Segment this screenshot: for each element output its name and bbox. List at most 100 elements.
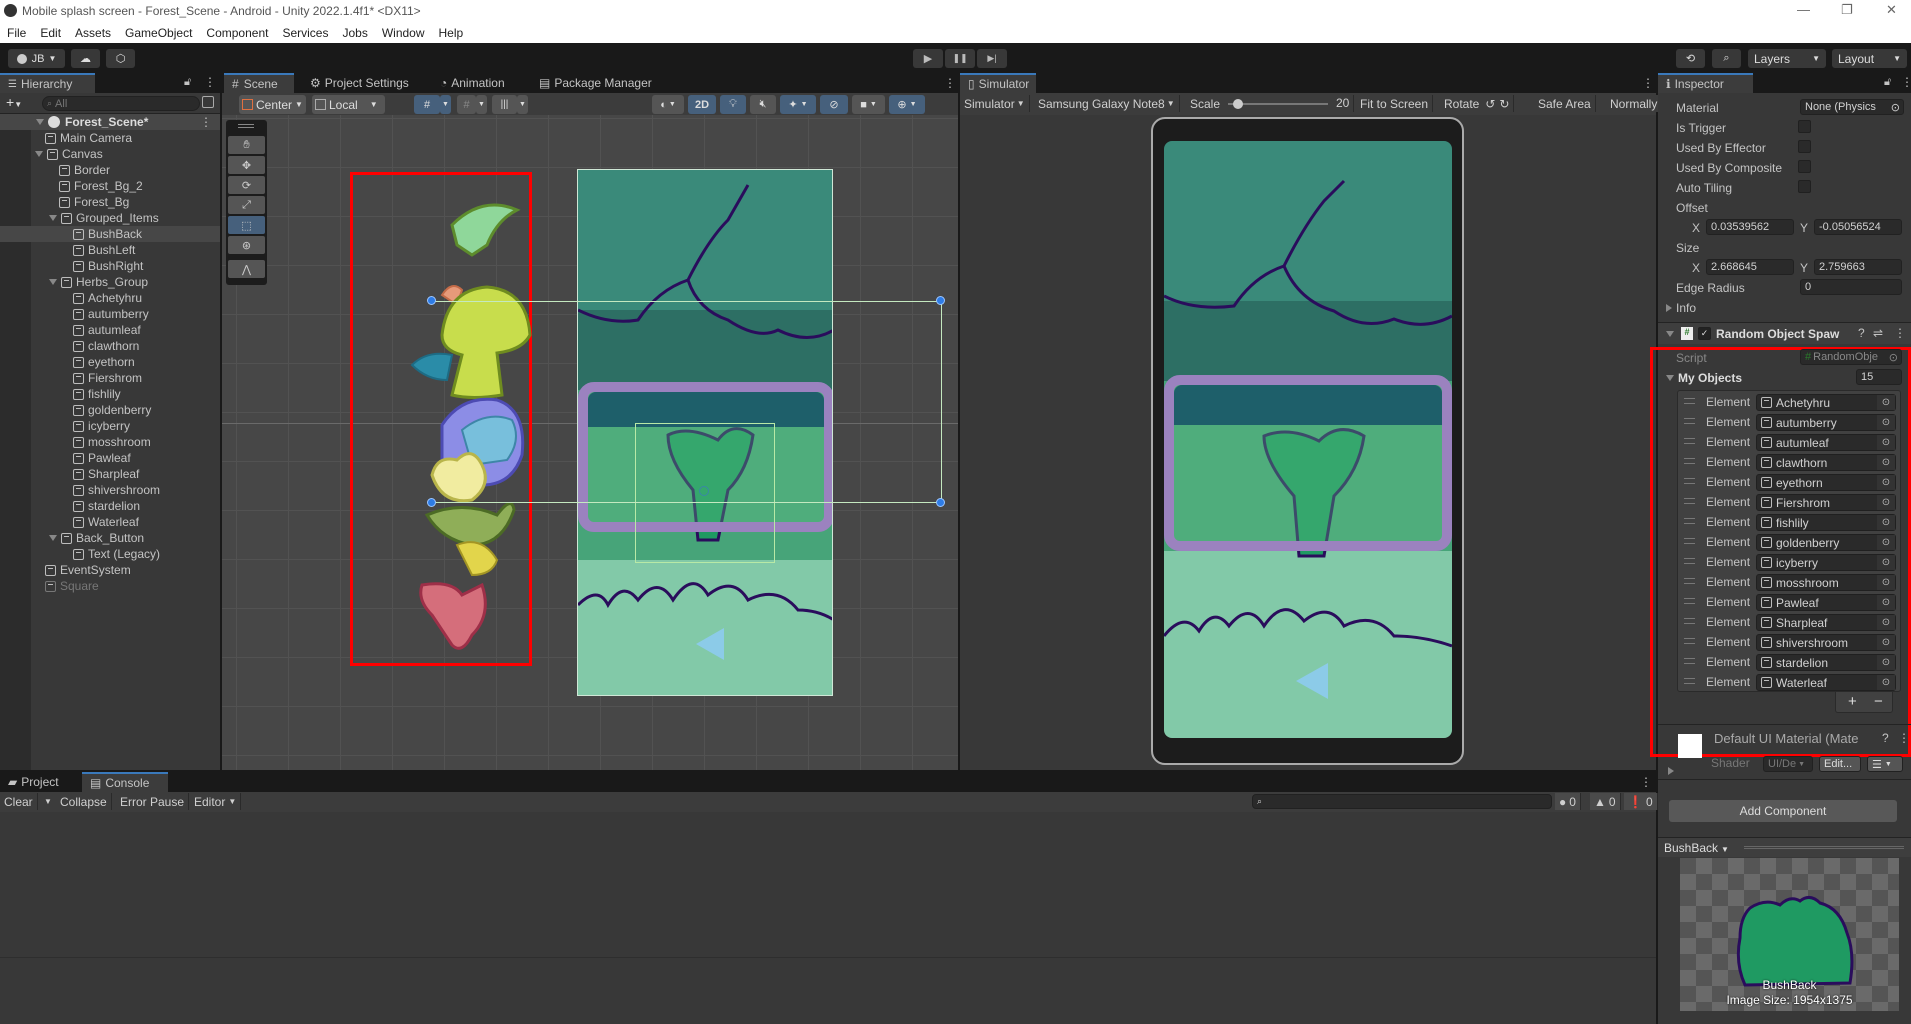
history-button[interactable]: ⟲ [1676, 49, 1705, 68]
ruler-button[interactable]: ||| [492, 95, 517, 114]
hierarchy-item[interactable]: shivershroom [0, 482, 220, 498]
menu-assets[interactable]: Assets [68, 26, 118, 40]
error-count-toggle[interactable]: ❗ 0 [1624, 793, 1658, 810]
component-enabled-checkbox[interactable]: ✓ [1698, 327, 1711, 340]
object-picker-icon[interactable]: ⊙ [1877, 395, 1895, 410]
object-picker-icon[interactable]: ⊙ [1877, 495, 1895, 510]
tab-project-settings[interactable]: ⚙ Project Settings [302, 73, 417, 93]
object-picker-icon[interactable]: ⊙ [1877, 615, 1895, 630]
help-icon[interactable]: ? [1882, 731, 1889, 745]
clear-button[interactable]: Clear [0, 793, 38, 810]
element-object-field[interactable]: stardelion ⊙ [1756, 654, 1896, 671]
scale-slider-track[interactable] [1228, 103, 1328, 105]
grid-snap-dropdown[interactable]: ▼ [440, 95, 451, 114]
hierarchy-item[interactable]: BushLeft [0, 242, 220, 258]
hierarchy-scene-row[interactable]: Forest_Scene* ⋮ [0, 114, 220, 130]
hierarchy-item[interactable]: Canvas [0, 146, 220, 162]
inspector-more-icon[interactable]: ⋮ [1901, 75, 1911, 89]
size-y-field[interactable]: 2.759663 [1814, 259, 1902, 275]
scene-menu-icon[interactable]: ⋮ [200, 115, 212, 129]
object-picker-icon[interactable]: ⊙ [1877, 635, 1895, 650]
shader-options-dropdown[interactable]: ☰ ▼ [1867, 756, 1903, 772]
clear-options-dropdown[interactable]: ▼ [40, 793, 57, 810]
size-x-field[interactable]: 2.668645 [1706, 259, 1794, 275]
search-button[interactable]: ⌕ [1712, 49, 1741, 68]
component-foldout-icon[interactable] [1666, 331, 1674, 337]
draw-mode-dropdown[interactable]: ◐ ▼ [652, 95, 684, 114]
hierarchy-item[interactable]: icyberry [0, 418, 220, 434]
hierarchy-item[interactable]: Pawleaf [0, 450, 220, 466]
expand-arrow-icon[interactable] [49, 535, 57, 541]
edit-shader-button[interactable]: Edit... [1819, 756, 1861, 772]
scale-slider-thumb[interactable] [1233, 99, 1243, 109]
expand-arrow-icon[interactable] [36, 119, 44, 125]
hierarchy-item[interactable]: BushRight [0, 258, 220, 274]
drag-handle-icon[interactable] [1684, 418, 1695, 424]
object-picker-icon[interactable]: ⊙ [1877, 575, 1895, 590]
element-object-field[interactable]: icyberry ⊙ [1756, 554, 1896, 571]
menu-window[interactable]: Window [375, 26, 432, 40]
layers-dropdown[interactable]: Layers ▼ [1748, 49, 1826, 68]
tab-scene[interactable]: # Scene [224, 73, 294, 93]
hierarchy-item[interactable]: eyethorn [0, 354, 220, 370]
step-button[interactable]: ▶| [977, 49, 1007, 68]
used-by-composite-checkbox[interactable] [1798, 160, 1811, 173]
hierarchy-item[interactable]: Border [0, 162, 220, 178]
object-picker-icon[interactable]: ⊙ [1877, 555, 1895, 570]
camera-dropdown[interactable]: ■ ▼ [852, 95, 885, 114]
drag-handle-icon[interactable] [1684, 518, 1695, 524]
element-object-field[interactable]: fishlily ⊙ [1756, 514, 1896, 531]
element-object-field[interactable]: clawthorn ⊙ [1756, 454, 1896, 471]
object-picker-icon[interactable]: ⊙ [1877, 435, 1895, 450]
pause-button[interactable]: ❚❚ [945, 49, 975, 68]
object-picker-icon[interactable]: ⊙ [1877, 515, 1895, 530]
close-button[interactable]: ✕ [1886, 2, 1897, 18]
rect-handle[interactable] [936, 296, 945, 305]
grid-snap-button[interactable]: # [414, 95, 440, 114]
menu-file[interactable]: File [0, 26, 33, 40]
lock-icon[interactable]: 🔓︎ [184, 76, 191, 89]
hierarchy-item[interactable]: autumberry [0, 306, 220, 322]
audio-toggle[interactable]: 🔇︎ [750, 95, 776, 114]
object-picker-icon[interactable]: ⊙ [1877, 675, 1895, 690]
drag-handle-icon[interactable] [1684, 578, 1695, 584]
rotate-left-icon[interactable]: ↺ [1485, 97, 1495, 111]
menu-gameobject[interactable]: GameObject [118, 26, 199, 40]
rect-handle[interactable] [936, 498, 945, 507]
hierarchy-item[interactable]: Back_Button [0, 530, 220, 546]
edge-radius-field[interactable]: 0 [1800, 279, 1902, 295]
element-object-field[interactable]: Fiershrom ⊙ [1756, 494, 1896, 511]
is-trigger-checkbox[interactable] [1798, 120, 1811, 133]
drag-handle-icon[interactable] [1684, 498, 1695, 504]
rect-handle[interactable] [427, 498, 436, 507]
object-picker-icon[interactable]: ⊙ [1877, 655, 1895, 670]
hierarchy-item[interactable]: fishlily [0, 386, 220, 402]
orientation-dropdown[interactable]: Normally [1606, 95, 1662, 112]
preview-drag-handle[interactable] [1744, 846, 1904, 849]
component-header[interactable]: # ✓ Random Object Spaw ? ⇌ ⋮ [1658, 322, 1911, 344]
object-picker-icon[interactable]: ⊙ [1877, 535, 1895, 550]
list-size-field[interactable]: 15 [1856, 369, 1902, 385]
drag-handle-icon[interactable] [1684, 558, 1695, 564]
log-count-toggle[interactable]: ● 0 [1555, 793, 1581, 810]
add-component-button[interactable]: Add Component [1669, 800, 1897, 822]
collapse-button[interactable]: Collapse [56, 793, 112, 810]
device-dropdown[interactable]: Samsung Galaxy Note8 ▼ [1034, 95, 1180, 112]
custom-tool-button[interactable]: ⋀ [228, 260, 265, 278]
used-by-effector-checkbox[interactable] [1798, 140, 1811, 153]
gizmos-dropdown[interactable]: ⊕ ▼ [889, 95, 925, 114]
hierarchy-item[interactable]: Forest_Bg [0, 194, 220, 210]
hierarchy-item[interactable]: Fiershrom [0, 370, 220, 386]
hierarchy-item[interactable]: mosshroom [0, 434, 220, 450]
expand-arrow-icon[interactable] [49, 279, 57, 285]
hierarchy-item[interactable]: clawthorn [0, 338, 220, 354]
hierarchy-item[interactable]: Herbs_Group [0, 274, 220, 290]
offset-x-field[interactable]: 0.03539562 [1706, 219, 1794, 235]
increment-snap-button[interactable]: # [457, 95, 476, 114]
toggle-2d-button[interactable]: 2D [688, 95, 716, 114]
device-screen[interactable] [1164, 141, 1452, 738]
hierarchy-search-input[interactable]: ⌕ All [42, 96, 200, 111]
menu-jobs[interactable]: Jobs [335, 26, 374, 40]
console-search-input[interactable]: ⌕ [1252, 794, 1552, 809]
move-tool-button[interactable]: ✥ [228, 156, 265, 174]
